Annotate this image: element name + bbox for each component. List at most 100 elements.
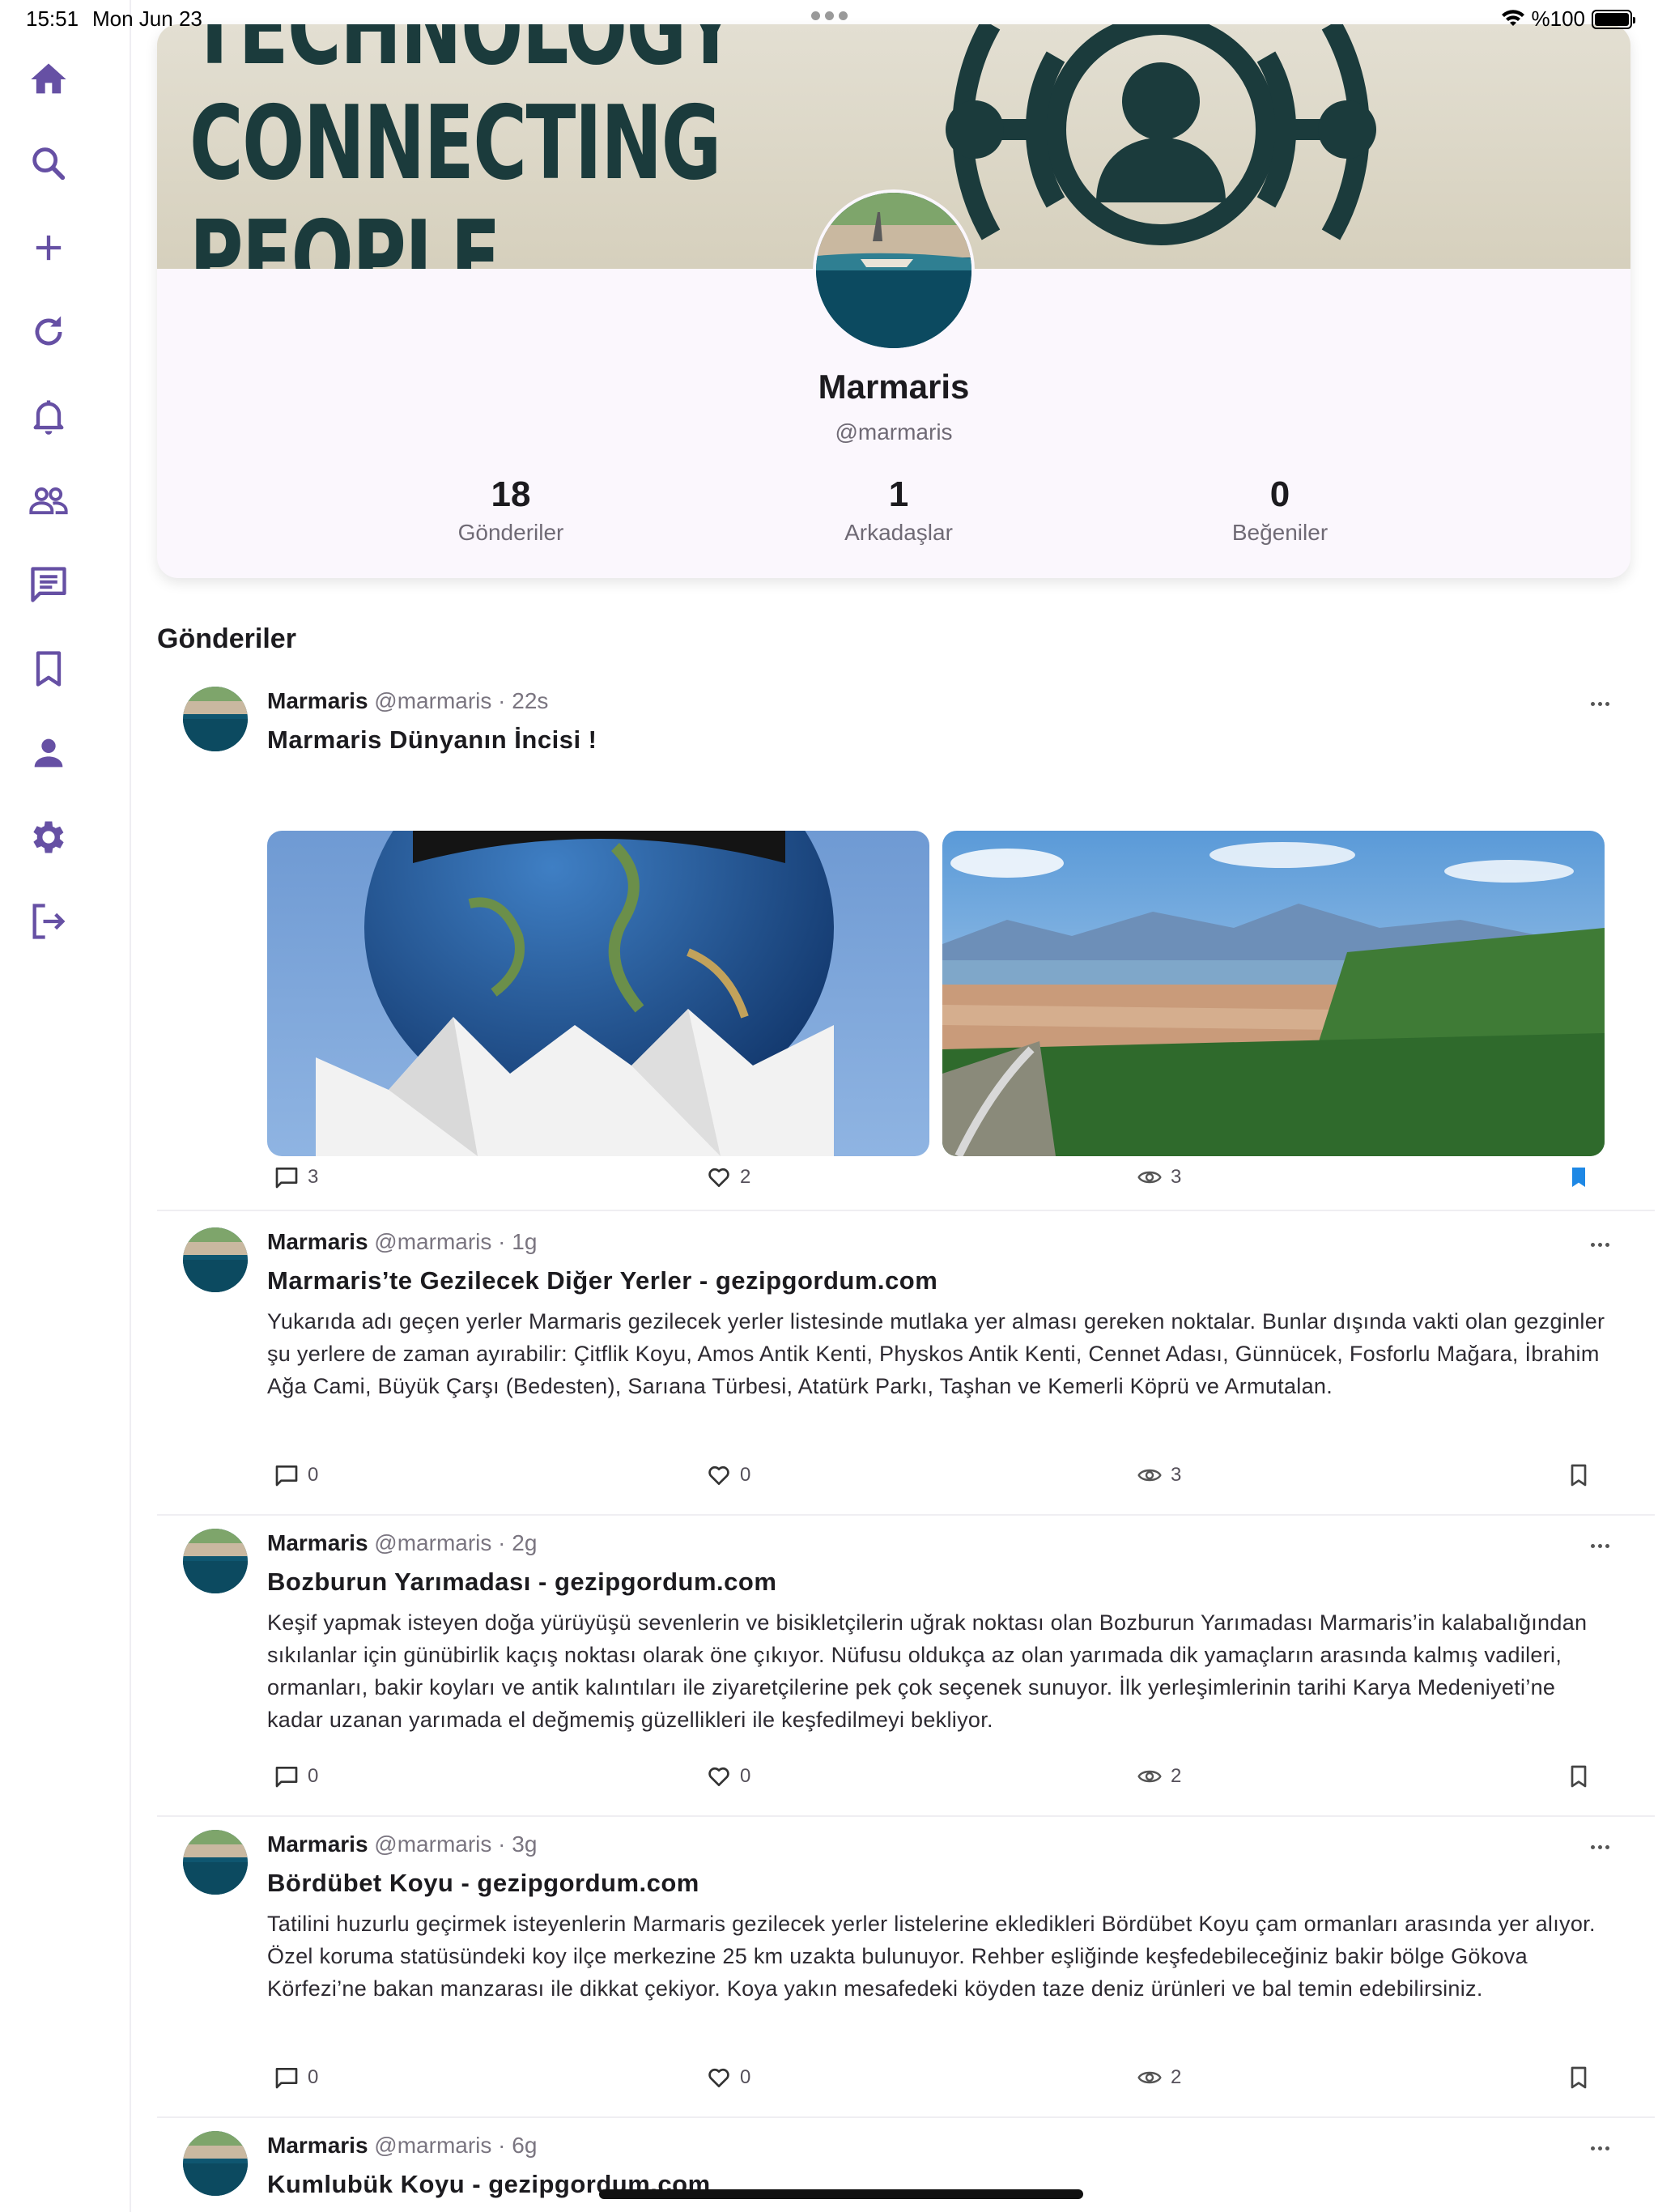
like-count: 0 (740, 2066, 751, 2088)
sidebar-item-bookmarks[interactable] (21, 641, 76, 696)
post-meta: @marmaris · 2g (374, 1530, 538, 1555)
multitasking-dots-icon[interactable] (811, 11, 848, 20)
message-icon (31, 567, 66, 602)
like-button[interactable]: 0 (706, 1763, 750, 1789)
comment-button[interactable]: 0 (274, 2065, 318, 2091)
stat-friends[interactable]: 1 Arkadaşlar (777, 474, 1020, 546)
comment-button[interactable]: 3 (274, 1164, 318, 1190)
home-icon (31, 63, 66, 94)
bookmark-outline-icon (1571, 1765, 1587, 1788)
view-count: 3 (1137, 1462, 1181, 1488)
refresh-icon (35, 316, 62, 346)
post-item[interactable]: Marmaris @marmaris · 2g Bozburun Yarımad… (157, 1516, 1655, 1817)
post-title: Bozburun Yarımadası - gezipgordum.com (267, 1568, 777, 1596)
profile-avatar[interactable] (813, 189, 975, 351)
post-header: Marmaris @marmaris · 3g (267, 1831, 537, 1857)
comment-icon (275, 1767, 298, 1788)
more-icon[interactable] (1584, 1232, 1616, 1257)
sidebar-item-refresh[interactable] (21, 304, 76, 359)
more-icon[interactable] (1584, 1534, 1616, 1558)
eye-icon (1137, 2071, 1162, 2084)
more-icon[interactable] (1584, 691, 1616, 716)
status-right: %100 (1501, 6, 1635, 32)
post-author[interactable]: Marmaris (267, 1229, 368, 1254)
post-author[interactable]: Marmaris (267, 1530, 368, 1555)
post-actions: 0 0 2 (274, 2065, 1618, 2097)
view-count-value: 2 (1171, 2066, 1182, 2088)
sidebar-item-settings[interactable] (21, 810, 76, 865)
gear-icon (33, 821, 64, 853)
post-header: Marmaris @marmaris · 1g (267, 1229, 537, 1255)
comment-count: 0 (308, 2066, 319, 2088)
search-icon (32, 147, 66, 181)
post-author[interactable]: Marmaris (267, 1831, 368, 1857)
post-item[interactable]: Marmaris @marmaris · 22s Marmaris Dünyan… (157, 674, 1655, 1211)
post-author[interactable]: Marmaris (267, 2133, 368, 2158)
sidebar (0, 0, 131, 2212)
like-button[interactable]: 2 (706, 1164, 750, 1190)
more-icon[interactable] (1584, 1835, 1616, 1859)
sidebar-item-home[interactable] (21, 52, 76, 107)
bookmark-button[interactable] (1566, 1462, 1592, 1488)
post-image-landscape[interactable] (942, 831, 1605, 1156)
post-title: Marmaris Dünyanın İncisi ! (267, 725, 597, 754)
view-count-value: 2 (1171, 1765, 1182, 1787)
stat-likes-label: Beğeniler (1231, 520, 1329, 545)
like-count: 0 (740, 1765, 751, 1787)
heart-icon (708, 2068, 729, 2087)
more-icon[interactable] (1584, 2136, 1616, 2160)
view-count: 2 (1137, 2065, 1181, 2091)
comment-count: 0 (308, 1765, 319, 1787)
stat-likes[interactable]: 0 Beğeniler (1158, 474, 1401, 546)
post-meta: @marmaris · 1g (374, 1229, 538, 1254)
sidebar-item-notifications[interactable] (21, 389, 76, 444)
post-body: Keşif yapmak isteyen doğa yürüyüşü seven… (267, 1610, 1588, 1732)
post-header: Marmaris @marmaris · 22s (267, 688, 548, 714)
like-button[interactable]: 0 (706, 2065, 750, 2091)
post-item[interactable]: Marmaris @marmaris · 1g Marmaris’te Gezi… (157, 1214, 1655, 1516)
post-title: Bördübet Koyu - gezipgordum.com (267, 1869, 699, 1897)
stat-posts-label: Gönderiler (457, 520, 564, 545)
comment-count: 3 (308, 1166, 319, 1188)
post-image-globe[interactable] (267, 831, 929, 1156)
post-avatar[interactable] (183, 1529, 248, 1593)
post-avatar[interactable] (183, 1227, 248, 1292)
post-avatar[interactable] (183, 687, 248, 751)
sidebar-item-create[interactable] (21, 220, 76, 275)
sidebar-item-messages[interactable] (21, 557, 76, 612)
comment-icon (275, 1168, 298, 1189)
comment-icon (275, 2068, 298, 2089)
bell-icon (33, 400, 64, 435)
battery-icon (1592, 9, 1635, 29)
sidebar-item-profile[interactable] (21, 725, 76, 781)
comment-button[interactable]: 0 (274, 1462, 318, 1488)
post-author[interactable]: Marmaris (267, 688, 368, 713)
sidebar-item-logout[interactable] (21, 894, 76, 949)
post-item[interactable]: Marmaris @marmaris · 3g Bördübet Koyu - … (157, 1817, 1655, 2118)
eye-icon (1137, 1171, 1162, 1184)
bookmark-outline-icon (1571, 1464, 1587, 1487)
sidebar-item-friends[interactable] (21, 473, 76, 528)
people-icon (29, 487, 68, 515)
post-avatar[interactable] (183, 1830, 248, 1895)
bookmark-outline-icon (1571, 2066, 1587, 2089)
bookmark-button[interactable] (1566, 2065, 1592, 2091)
bookmark-button[interactable] (1566, 1164, 1592, 1190)
view-count: 2 (1137, 1763, 1181, 1789)
logout-icon (32, 904, 66, 939)
post-actions: 0 0 2 (274, 1763, 1618, 1796)
comment-button[interactable]: 0 (274, 1763, 318, 1789)
eye-icon (1137, 1469, 1162, 1482)
like-button[interactable]: 0 (706, 1462, 750, 1488)
bookmark-button[interactable] (1566, 1763, 1592, 1789)
stat-posts[interactable]: 18 Gönderiler (389, 474, 632, 546)
bookmark-filled-icon (1572, 1168, 1585, 1187)
post-avatar[interactable] (183, 2131, 248, 2196)
post-body: Tatilini huzurlu geçirmek isteyenlerin M… (267, 1912, 1596, 2001)
sidebar-item-search[interactable] (21, 136, 76, 191)
eye-icon (1137, 1770, 1162, 1783)
home-indicator[interactable] (599, 2189, 1083, 2199)
status-date: Mon Jun 23 (92, 6, 202, 31)
person-icon (34, 738, 63, 768)
stat-likes-value: 0 (1269, 474, 1290, 514)
